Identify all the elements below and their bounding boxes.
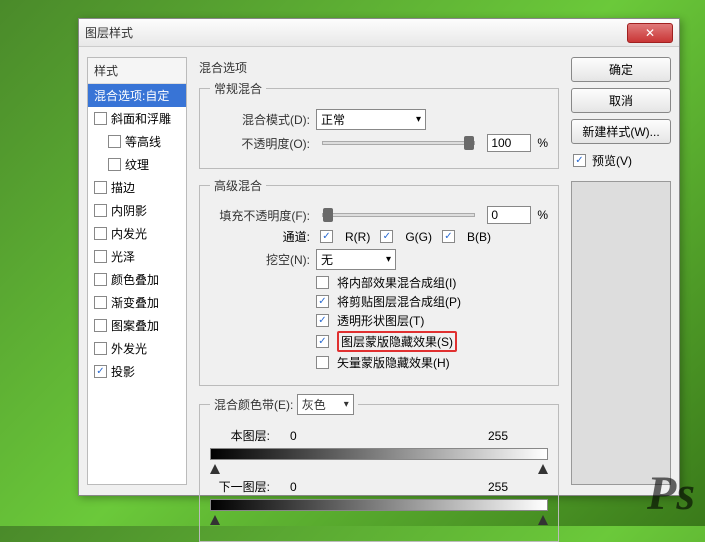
- opacity-input[interactable]: [487, 134, 531, 152]
- checkbox-icon[interactable]: [94, 204, 107, 217]
- checkbox-icon[interactable]: [94, 319, 107, 332]
- checkbox-icon[interactable]: [94, 273, 107, 286]
- advanced-legend: 高级混合: [210, 177, 266, 194]
- highlighted-option: 图层蒙版隐藏效果(S): [337, 331, 457, 352]
- panel-title: 混合选项: [199, 59, 559, 76]
- fill-opacity-slider[interactable]: [322, 213, 475, 217]
- this-low-value: 0: [290, 429, 297, 443]
- this-layer-label: 本图层:: [210, 427, 270, 444]
- slider-marker-icon[interactable]: [538, 464, 548, 474]
- ok-button[interactable]: 确定: [571, 57, 671, 82]
- opacity-label: 不透明度(O):: [210, 135, 310, 152]
- blend-if-legend: 混合颜色带(E): 灰色: [210, 394, 358, 415]
- knockout-dropdown[interactable]: 无: [316, 249, 396, 270]
- under-high-value: 255: [488, 480, 508, 494]
- checkbox-icon[interactable]: [94, 181, 107, 194]
- channel-b-checkbox[interactable]: [442, 230, 455, 243]
- titlebar[interactable]: 图层样式 ✕: [79, 19, 679, 47]
- style-contour[interactable]: 等高线: [88, 130, 186, 153]
- options-panel: 混合选项 常规混合 混合模式(D): 正常 不透明度(O): % 高级混合 填充…: [193, 57, 565, 485]
- action-buttons: 确定 取消 新建样式(W)... 预览(V): [571, 57, 671, 485]
- opacity-slider[interactable]: [322, 141, 475, 145]
- fill-opacity-input[interactable]: [487, 206, 531, 224]
- style-satin[interactable]: 光泽: [88, 245, 186, 268]
- blend-interior-checkbox[interactable]: [316, 276, 329, 289]
- gradient-track: [210, 448, 548, 460]
- layer-style-dialog: 图层样式 ✕ 样式 混合选项:自定 斜面和浮雕 等高线 纹理 描边 内阴影 内发…: [78, 18, 680, 496]
- fill-unit: %: [537, 208, 548, 222]
- opacity-unit: %: [537, 136, 548, 150]
- slider-thumb-icon[interactable]: [464, 136, 474, 150]
- channels-label: 通道:: [270, 228, 310, 245]
- blend-clipped-checkbox[interactable]: [316, 295, 329, 308]
- preview-swatch: [571, 181, 671, 485]
- channel-r-checkbox[interactable]: [320, 230, 333, 243]
- fill-opacity-label: 填充不透明度(F):: [210, 207, 310, 224]
- slider-thumb-icon[interactable]: [323, 208, 333, 222]
- style-gradient-overlay[interactable]: 渐变叠加: [88, 291, 186, 314]
- checkbox-icon[interactable]: [94, 365, 107, 378]
- style-blend-options[interactable]: 混合选项:自定: [88, 84, 186, 107]
- preview-checkbox[interactable]: [573, 154, 586, 167]
- new-style-button[interactable]: 新建样式(W)...: [571, 119, 671, 144]
- style-pattern-overlay[interactable]: 图案叠加: [88, 314, 186, 337]
- style-texture[interactable]: 纹理: [88, 153, 186, 176]
- advanced-blending-group: 高级混合 填充不透明度(F): % 通道: R(R) G(G) B(B) 挖空(…: [199, 177, 559, 386]
- checkbox-icon[interactable]: [94, 250, 107, 263]
- blend-mode-dropdown[interactable]: 正常: [316, 109, 426, 130]
- checkbox-icon[interactable]: [108, 158, 121, 171]
- slider-marker-icon[interactable]: [210, 464, 220, 474]
- style-color-overlay[interactable]: 颜色叠加: [88, 268, 186, 291]
- general-blending-group: 常规混合 混合模式(D): 正常 不透明度(O): %: [199, 80, 559, 169]
- this-high-value: 255: [488, 429, 508, 443]
- blend-if-group: 混合颜色带(E): 灰色 本图层: 0 255 下一图层: 0 255: [199, 394, 559, 542]
- transparency-shapes-checkbox[interactable]: [316, 314, 329, 327]
- style-outer-glow[interactable]: 外发光: [88, 337, 186, 360]
- this-layer-slider[interactable]: [210, 448, 548, 468]
- style-inner-glow[interactable]: 内发光: [88, 222, 186, 245]
- blend-if-channel-dropdown[interactable]: 灰色: [297, 394, 354, 415]
- close-button[interactable]: ✕: [627, 23, 673, 43]
- checkbox-icon[interactable]: [94, 296, 107, 309]
- style-bevel[interactable]: 斜面和浮雕: [88, 107, 186, 130]
- under-low-value: 0: [290, 480, 297, 494]
- style-drop-shadow[interactable]: 投影: [88, 360, 186, 383]
- blend-mode-label: 混合模式(D):: [210, 111, 310, 128]
- underlying-slider[interactable]: [210, 499, 548, 519]
- gradient-track: [210, 499, 548, 511]
- layer-mask-hides-checkbox[interactable]: [316, 335, 329, 348]
- checkbox-icon[interactable]: [94, 227, 107, 240]
- styles-list: 样式 混合选项:自定 斜面和浮雕 等高线 纹理 描边 内阴影 内发光 光泽 颜色…: [87, 57, 187, 485]
- checkbox-icon[interactable]: [94, 342, 107, 355]
- checkbox-icon[interactable]: [108, 135, 121, 148]
- cancel-button[interactable]: 取消: [571, 88, 671, 113]
- general-legend: 常规混合: [210, 80, 266, 97]
- underlying-label: 下一图层:: [210, 478, 270, 495]
- channel-g-checkbox[interactable]: [380, 230, 393, 243]
- preview-label: 预览(V): [592, 152, 632, 169]
- checkbox-icon[interactable]: [94, 112, 107, 125]
- slider-marker-icon[interactable]: [210, 515, 220, 525]
- knockout-label: 挖空(N):: [210, 251, 310, 268]
- slider-marker-icon[interactable]: [538, 515, 548, 525]
- style-stroke[interactable]: 描边: [88, 176, 186, 199]
- style-inner-shadow[interactable]: 内阴影: [88, 199, 186, 222]
- dialog-title: 图层样式: [85, 24, 627, 41]
- styles-header: 样式: [88, 58, 186, 84]
- vector-mask-hides-checkbox[interactable]: [316, 356, 329, 369]
- dialog-body: 样式 混合选项:自定 斜面和浮雕 等高线 纹理 描边 内阴影 内发光 光泽 颜色…: [79, 47, 679, 495]
